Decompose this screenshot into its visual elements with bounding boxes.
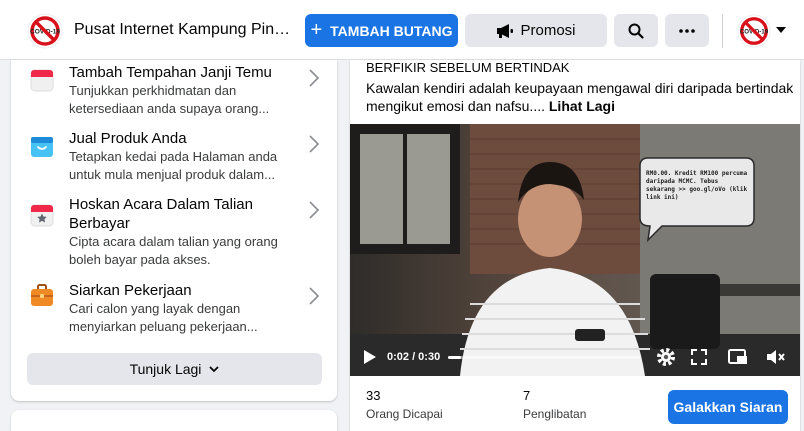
video-progress-bar[interactable]: [448, 356, 641, 359]
calendar-icon: [30, 69, 54, 92]
page-name[interactable]: Pusat Internet Kampung Pina...: [74, 21, 292, 39]
menu-item-appointments[interactable]: Tambah Tempahan Janji Temu Tunjukkan per…: [11, 60, 337, 124]
post-body: Kawalan kendiri adalah keupayaan mengawa…: [366, 79, 796, 115]
video-progress-fill: [448, 356, 461, 359]
menu-item-post-job[interactable]: Siarkan Pekerjaan Cari calon yang layak …: [11, 278, 337, 342]
menu-item-title: Siarkan Pekerjaan: [69, 282, 192, 299]
video-timecode: 0:02 / 0:30: [387, 351, 441, 363]
add-button[interactable]: + TAMBAH BUTANG: [305, 14, 458, 47]
menu-item-title: Tambah Tempahan Janji Temu: [69, 64, 272, 81]
chevron-right-icon: [309, 135, 320, 153]
shop-icon: [31, 137, 53, 157]
engagement-value: 7: [523, 388, 531, 403]
see-more-link[interactable]: Lihat Lagi: [549, 98, 615, 114]
header-divider: [722, 14, 723, 48]
post-stats: 33 Orang Dicapai 7 Penglibatan Galakkan …: [350, 376, 800, 431]
show-more-label: Tunjuk Lagi: [129, 361, 202, 377]
settings-gear-icon[interactable]: [655, 346, 677, 368]
show-more-button[interactable]: Tunjuk Lagi: [27, 353, 322, 385]
menu-item-paid-events[interactable]: Hoskan Acara Dalam Talian Berbayar Cipta…: [11, 192, 337, 276]
add-button-label: TAMBAH BUTANG: [330, 22, 453, 39]
menu-item-description: Tetapkan kedai pada Halaman anda untuk m…: [69, 149, 278, 182]
account-caret-icon[interactable]: [776, 27, 786, 33]
briefcase-icon: [31, 284, 53, 306]
chevron-down-icon: [209, 365, 220, 372]
post-heading: BERFIKIR SEBELUM BERTINDAK: [366, 60, 570, 75]
more-options-button[interactable]: [665, 14, 709, 47]
menu-item-title: Hoskan Acara Dalam Talian Berbayar: [69, 196, 253, 232]
page-setup-card: Tambah Tempahan Janji Temu Tunjukkan per…: [11, 60, 337, 401]
search-button[interactable]: [614, 14, 658, 47]
menu-item-description: Cari calon yang layak dengan menyiarkan …: [69, 301, 258, 334]
menu-item-sell-products[interactable]: Jual Produk Anda Tetapkan kedai pada Hal…: [11, 126, 337, 190]
profile-avatar[interactable]: COVID-19: [737, 14, 771, 48]
post-video[interactable]: RM0.00. Kredit RM100 percuma daripada MC…: [350, 124, 800, 376]
search-icon: [628, 23, 644, 39]
play-icon[interactable]: [364, 350, 376, 364]
fullscreen-icon[interactable]: [688, 346, 710, 368]
boost-post-button[interactable]: Galakkan Siaran: [668, 390, 788, 424]
page-header-bar: COVID-19 Pusat Internet Kampung Pina... …: [0, 0, 804, 60]
megaphone-icon: [497, 23, 514, 38]
video-controls: 0:02 / 0:30: [350, 336, 800, 376]
promote-button[interactable]: Promosi: [465, 14, 607, 47]
mute-icon[interactable]: [764, 346, 786, 368]
more-dots-icon: [679, 28, 695, 33]
promote-button-label: Promosi: [520, 22, 576, 39]
menu-item-description: Tunjukkan perkhidmatan dan ketersediaan …: [69, 83, 270, 116]
menu-item-title: Jual Produk Anda: [69, 130, 187, 147]
event-star-icon: [30, 204, 54, 227]
chevron-right-icon: [309, 201, 320, 219]
reach-value: 33: [366, 388, 381, 403]
chevron-right-icon: [309, 287, 320, 305]
page-avatar[interactable]: COVID-19: [27, 13, 63, 49]
post-card: BERFIKIR SEBELUM BERTINDAK Kawalan kendi…: [350, 60, 800, 431]
chevron-right-icon: [309, 69, 320, 87]
plus-icon: +: [310, 18, 323, 41]
reach-label: Orang Dicapai: [366, 407, 443, 421]
video-bubble-text: RM0.00. Kredit RM100 percuma daripada MC…: [646, 170, 748, 201]
secondary-card: [11, 410, 337, 431]
menu-item-description: Cipta acara dalam talian yang orang bole…: [69, 234, 278, 267]
engagement-label: Penglibatan: [523, 407, 587, 421]
picture-in-picture-icon[interactable]: [727, 346, 749, 368]
